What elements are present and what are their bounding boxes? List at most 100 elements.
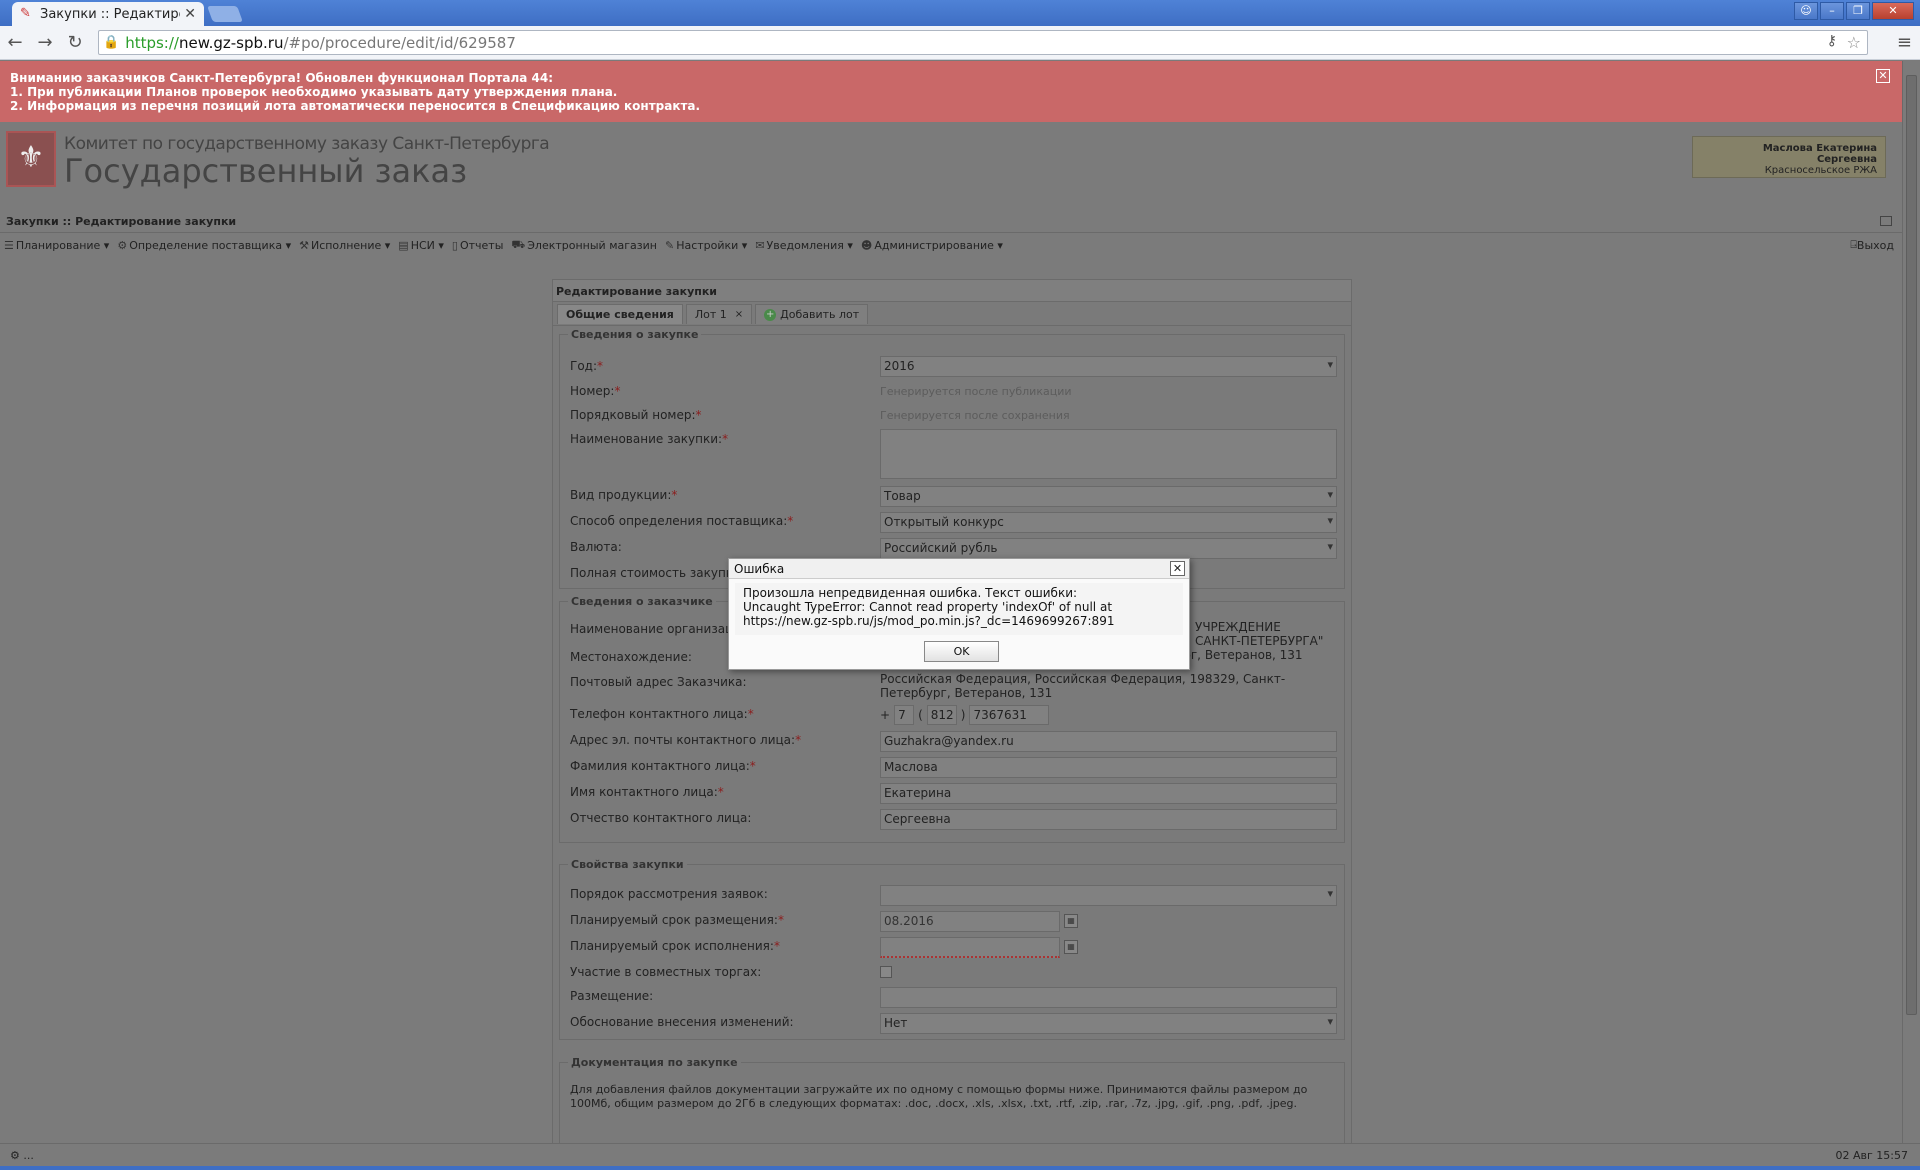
menu-admin[interactable]: ☻ Администрирование ▾ xyxy=(861,239,1003,252)
org-subtitle: Комитет по государственному заказу Санкт… xyxy=(64,134,550,154)
forward-arrow-icon[interactable]: → xyxy=(30,32,60,53)
url-path: /#po/procedure/edit/id/629587 xyxy=(283,33,516,52)
bookmark-star-icon[interactable]: ☆ xyxy=(1847,33,1861,52)
menu-eshop[interactable]: ⛟ Электронный магазин xyxy=(511,238,657,253)
section-legend: Свойства закупки xyxy=(571,858,684,871)
field-label: Почтовый адрес Заказчика: xyxy=(570,675,747,689)
key-icon[interactable]: ⚷ xyxy=(1827,33,1837,49)
admin-user-icon: ☻ xyxy=(860,238,873,252)
tab-lot-1[interactable]: Лот 1 × xyxy=(685,304,753,324)
menu-planning[interactable]: ☰ Планирование ▾ xyxy=(4,239,109,252)
notice-close-icon[interactable]: ✕ xyxy=(1876,69,1890,83)
firstname-field[interactable]: Екатерина xyxy=(880,783,1337,804)
documents-section: Документация по закупке Для добавления ф… xyxy=(559,1056,1345,1143)
purchase-name-textarea[interactable] xyxy=(880,429,1337,479)
menu-label: Администрирование ▾ xyxy=(874,238,1003,252)
supplier-method-select[interactable]: Открытый конкурс xyxy=(880,512,1337,533)
user-info-box[interactable]: Маслова Екатерина Сергеевна Красносельск… xyxy=(1692,136,1886,178)
new-tab-button[interactable] xyxy=(207,6,243,22)
browser-menu-icon[interactable]: ≡ xyxy=(1897,32,1912,53)
notice-line: 2. Информация из перечня позиций лота ав… xyxy=(10,99,701,113)
middlename-field[interactable]: Сергеевна xyxy=(880,809,1337,830)
field-label: Телефон контактного лица:* xyxy=(570,707,754,721)
tab-label: Общие сведения xyxy=(566,308,674,321)
add-lot-button[interactable]: + Добавить лот xyxy=(755,304,869,324)
panel-title: Редактирование закупки xyxy=(553,280,1351,302)
breadcrumb-text: Закупки :: Редактирование закупки xyxy=(6,215,237,228)
menu-settings[interactable]: ✎ Настройки ▾ xyxy=(665,239,747,252)
logout-button[interactable]: ⍈ Выход xyxy=(1850,238,1894,252)
number-hint: Генерируется после публикации xyxy=(880,385,1072,398)
execution-icon: ⚒ xyxy=(299,238,309,252)
notice-line: Вниманию заказчиков Санкт-Петербурга! Об… xyxy=(10,71,553,85)
menu-nsi[interactable]: ▤ НСИ ▾ xyxy=(398,239,444,252)
window-close-icon[interactable]: ✕ xyxy=(1872,2,1914,20)
year-select[interactable]: 2016 xyxy=(880,356,1337,377)
calendar-icon[interactable]: ▦ xyxy=(1064,914,1078,928)
phone-country-input[interactable]: 7 xyxy=(894,705,915,725)
dialog-title: Ошибка xyxy=(729,559,1189,579)
page-scrollbar[interactable] xyxy=(1902,61,1920,1143)
field-label: Участие в совместных торгах: xyxy=(570,965,762,979)
ok-button[interactable]: OK xyxy=(924,641,999,662)
report-icon: ▯ xyxy=(451,238,458,252)
field-label: Номер:* xyxy=(570,384,621,398)
scrollbar-thumb[interactable] xyxy=(1906,75,1917,1015)
error-line: Произошла непредвиденная ошибка. Текст о… xyxy=(743,586,1078,600)
minimize-icon[interactable]: – xyxy=(1820,2,1844,20)
status-datetime: 02 Авг 15:57 xyxy=(1835,1149,1908,1162)
phone-number-input[interactable]: 7367631 xyxy=(969,705,1050,725)
field-label: Фамилия контактного лица:* xyxy=(570,759,756,773)
menu-label: Определение поставщика ▾ xyxy=(129,238,292,252)
taskbar-edge xyxy=(0,1166,1920,1170)
address-bar[interactable]: 🔒 https://new.gz-spb.ru/#po/procedure/ed… xyxy=(98,30,1868,55)
placement-date-input[interactable]: 08.2016 xyxy=(880,911,1060,932)
menu-execution[interactable]: ⚒ Исполнение ▾ xyxy=(299,239,390,252)
field-label: Отчество контактного лица: xyxy=(570,811,752,825)
properties-section: Свойства закупки Порядок рассмотрения за… xyxy=(559,858,1345,1040)
reload-icon[interactable]: ↻ xyxy=(60,32,90,53)
window-controls: ☺ – ❐ ✕ xyxy=(1794,2,1914,20)
status-left: ⚙ ... xyxy=(10,1149,34,1162)
dialog-close-icon[interactable]: ✕ xyxy=(1170,561,1185,576)
url-host: new.gz-spb.ru xyxy=(178,33,284,52)
collapse-icon[interactable] xyxy=(1880,216,1892,226)
back-arrow-icon[interactable]: ← xyxy=(0,32,30,53)
field-label: Наименование организации xyxy=(570,622,749,636)
tab-general[interactable]: Общие сведения xyxy=(557,304,683,324)
change-reason-select[interactable]: Нет xyxy=(880,1013,1337,1034)
email-field[interactable]: Guzhakra@yandex.ru xyxy=(880,731,1337,752)
restore-icon[interactable]: ❐ xyxy=(1846,2,1870,20)
browser-tab[interactable]: ✎ Закупки :: Редактирова ✕ xyxy=(12,2,204,26)
menu-reports[interactable]: ▯ Отчеты xyxy=(452,239,504,252)
tab-close-icon[interactable]: ✕ xyxy=(184,6,196,22)
menu-supplier[interactable]: ⚙ Определение поставщика ▾ xyxy=(117,239,291,252)
field-label: Планируемый срок размещения:* xyxy=(570,913,784,927)
placement-field[interactable] xyxy=(880,987,1337,1008)
field-label: Порядковый номер:* xyxy=(570,408,702,422)
tab-label: Лот 1 xyxy=(694,308,727,321)
tab-close-icon[interactable]: × xyxy=(735,309,743,320)
notice-banner: Вниманию заказчиков Санкт-Петербурга! Об… xyxy=(0,61,1902,122)
book-icon: ▤ xyxy=(398,238,409,252)
joint-bidding-checkbox[interactable] xyxy=(880,966,892,978)
url-scheme: https:// xyxy=(125,33,179,52)
calendar-icon[interactable]: ▦ xyxy=(1064,940,1078,954)
field-label: Адрес эл. почты контактного лица:* xyxy=(570,733,802,747)
menu-notifications[interactable]: ✉ Уведомления ▾ xyxy=(755,239,853,252)
wrench-icon: ✎ xyxy=(664,238,675,252)
coat-of-arms-logo: ⚜ xyxy=(6,131,56,187)
lastname-field[interactable]: Маслова xyxy=(880,757,1337,778)
review-order-select[interactable] xyxy=(880,885,1337,906)
menu-label: Отчеты xyxy=(459,238,504,252)
product-type-select[interactable]: Товар xyxy=(880,486,1337,507)
planning-icon: ☰ xyxy=(4,238,14,252)
phone-area-input[interactable]: 812 xyxy=(926,705,957,725)
seq-number-hint: Генерируется после сохранения xyxy=(880,409,1070,422)
menu-label: Исполнение ▾ xyxy=(310,238,391,252)
currency-select[interactable]: Российский рубль xyxy=(880,538,1337,559)
phone-input-group: + 7 ( 812 ) 7367631 xyxy=(880,705,1053,725)
field-label: Имя контактного лица:* xyxy=(570,785,724,799)
user-icon[interactable]: ☺ xyxy=(1794,2,1818,20)
execution-date-input[interactable] xyxy=(880,937,1060,958)
